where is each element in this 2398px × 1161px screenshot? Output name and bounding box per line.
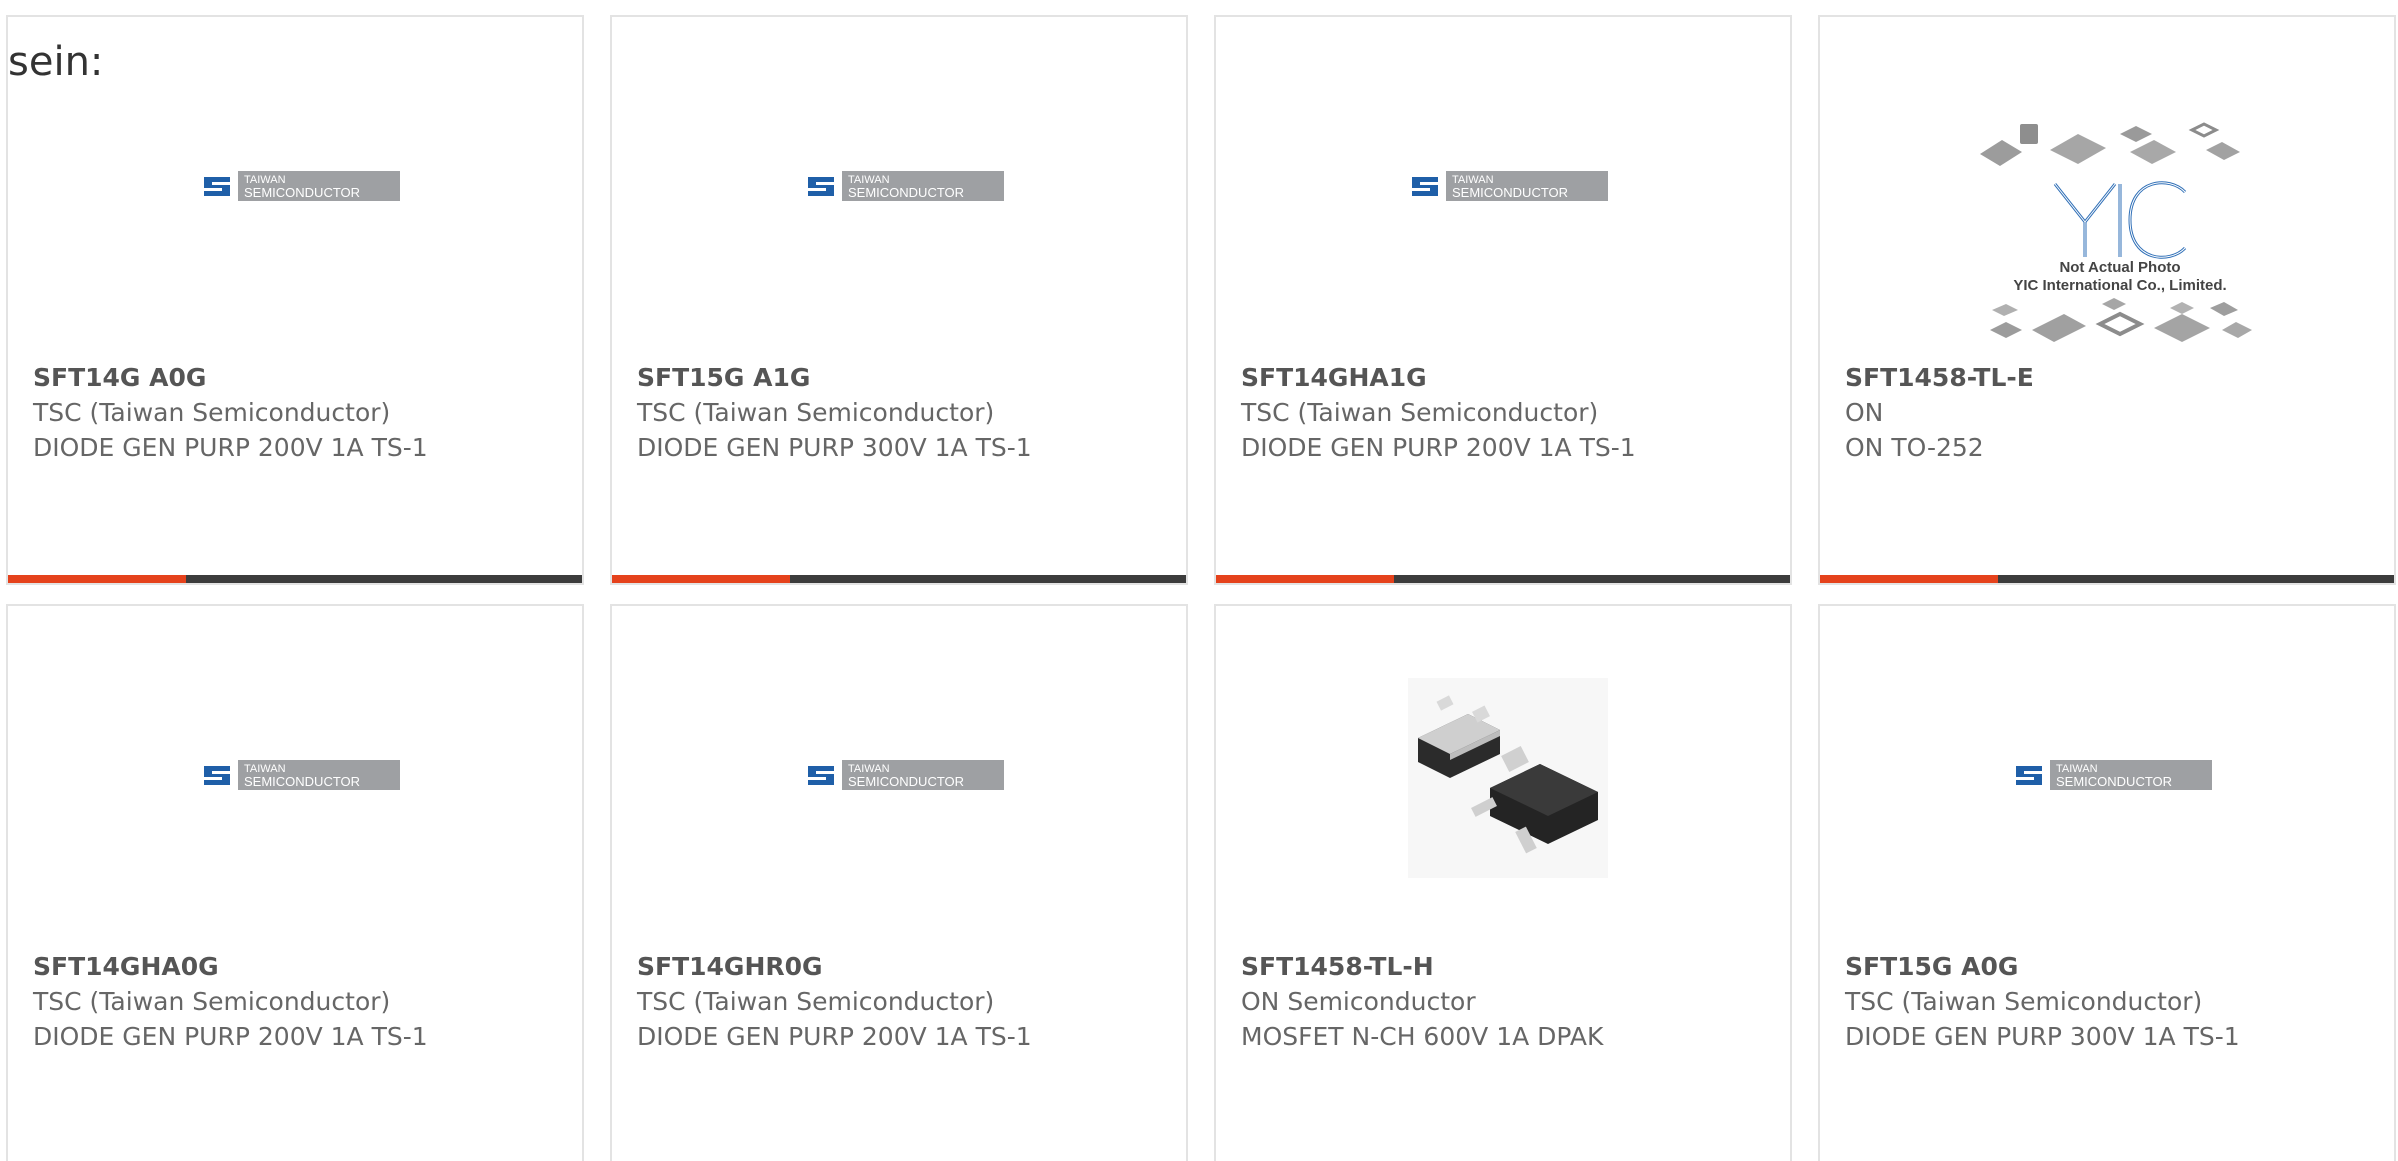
product-image-area[interactable]: TAIWAN SEMICONDUCTOR [612,606,1186,946]
svg-text:SEMICONDUCTOR: SEMICONDUCTOR [2056,774,2172,789]
manufacturer: TSC (Taiwan Semiconductor) [637,987,995,1016]
svg-text:SEMICONDUCTOR: SEMICONDUCTOR [1452,185,1568,200]
part-number[interactable]: SFT15G A0G [1845,949,2384,984]
progress-bar [612,575,1186,583]
manufacturer: ON [1845,398,1884,427]
product-info: SFT1458-TL-E ON ON TO-252 [1845,360,2384,465]
progress-bar [8,575,582,583]
description: MOSFET N-CH 600V 1A DPAK [1241,1022,1604,1051]
progress-fill [1216,575,1394,583]
product-card[interactable]: TAIWAN SEMICONDUCTOR SFT14GHA0G TSC (Tai… [6,604,584,1161]
svg-text:SEMICONDUCTOR: SEMICONDUCTOR [244,774,360,789]
product-card[interactable]: TAIWAN SEMICONDUCTOR SFT14GHA1G TSC (Tai… [1214,15,1792,585]
taiwan-semiconductor-logo: TAIWAN SEMICONDUCTOR [804,760,1004,790]
manufacturer: ON Semiconductor [1241,987,1476,1016]
product-image-area[interactable] [1216,606,1790,946]
svg-text:SEMICONDUCTOR: SEMICONDUCTOR [848,185,964,200]
manufacturer: TSC (Taiwan Semiconductor) [637,398,995,427]
taiwan-semiconductor-logo: TAIWAN SEMICONDUCTOR [2012,760,2212,790]
product-info: SFT15G A1G TSC (Taiwan Semiconductor) DI… [637,360,1176,465]
part-number[interactable]: SFT14GHA1G [1241,360,1780,395]
yic-caption: Not Actual Photo YIC International Co., … [2013,259,2227,294]
progress-bar [1820,575,2394,583]
product-grid-page: sein: TAIWAN SEMICONDUCTOR SFT14G A0G TS… [0,0,2398,1161]
product-card[interactable]: TAIWAN SEMICONDUCTOR SFT15G A0G TSC (Tai… [1818,604,2396,1161]
yic-placeholder-photo [1980,122,2252,342]
svg-text:SEMICONDUCTOR: SEMICONDUCTOR [244,185,360,200]
taiwan-semiconductor-logo: TAIWAN SEMICONDUCTOR [804,171,1004,201]
product-card[interactable]: TAIWAN SEMICONDUCTOR SFT14GHR0G TSC (Tai… [610,604,1188,1161]
progress-fill [8,575,186,583]
taiwan-semiconductor-logo: TAIWAN SEMICONDUCTOR [200,171,400,201]
header-text: sein: [8,39,104,85]
description: DIODE GEN PURP 200V 1A TS-1 [1241,433,1636,462]
dpak-package-photo [1408,678,1608,878]
taiwan-semiconductor-logo: TAIWAN SEMICONDUCTOR [1408,171,1608,201]
product-image-area[interactable]: TAIWAN SEMICONDUCTOR [1820,606,2394,946]
description: DIODE GEN PURP 200V 1A TS-1 [637,1022,1032,1051]
product-card[interactable]: TAIWAN SEMICONDUCTOR SFT15G A1G TSC (Tai… [610,15,1188,585]
product-image-area[interactable]: TAIWAN SEMICONDUCTOR [8,606,582,946]
manufacturer: TSC (Taiwan Semiconductor) [33,987,391,1016]
part-number[interactable]: SFT14GHR0G [637,949,1176,984]
product-image-area[interactable]: TAIWAN SEMICONDUCTOR [612,17,1186,357]
part-number[interactable]: SFT14G A0G [33,360,572,395]
manufacturer: TSC (Taiwan Semiconductor) [1241,398,1599,427]
part-number[interactable]: SFT15G A1G [637,360,1176,395]
product-card[interactable]: SFT1458-TL-H ON Semiconductor MOSFET N-C… [1214,604,1792,1161]
description: DIODE GEN PURP 200V 1A TS-1 [33,433,428,462]
product-info: SFT1458-TL-H ON Semiconductor MOSFET N-C… [1241,949,1780,1054]
product-image-area[interactable]: TAIWAN SEMICONDUCTOR [1216,17,1790,357]
product-info: SFT14GHA0G TSC (Taiwan Semiconductor) DI… [33,949,572,1054]
description: DIODE GEN PURP 200V 1A TS-1 [33,1022,428,1051]
progress-fill [1820,575,1998,583]
part-number[interactable]: SFT1458-TL-E [1845,360,2384,395]
product-card[interactable]: TAIWAN SEMICONDUCTOR SFT14G A0G TSC (Tai… [6,15,584,585]
progress-bar [1216,575,1790,583]
description: DIODE GEN PURP 300V 1A TS-1 [637,433,1032,462]
product-image-area[interactable]: Not Actual Photo YIC International Co., … [1820,17,2394,357]
part-number[interactable]: SFT14GHA0G [33,949,572,984]
progress-fill [612,575,790,583]
manufacturer: TSC (Taiwan Semiconductor) [33,398,391,427]
description: DIODE GEN PURP 300V 1A TS-1 [1845,1022,2240,1051]
description: ON TO-252 [1845,433,1984,462]
manufacturer: TSC (Taiwan Semiconductor) [1845,987,2203,1016]
product-info: SFT14GHR0G TSC (Taiwan Semiconductor) DI… [637,949,1176,1054]
svg-text:SEMICONDUCTOR: SEMICONDUCTOR [848,774,964,789]
product-card[interactable]: Not Actual Photo YIC International Co., … [1818,15,2396,585]
product-info: SFT14G A0G TSC (Taiwan Semiconductor) DI… [33,360,572,465]
product-info: SFT15G A0G TSC (Taiwan Semiconductor) DI… [1845,949,2384,1054]
product-info: SFT14GHA1G TSC (Taiwan Semiconductor) DI… [1241,360,1780,465]
taiwan-semiconductor-logo: TAIWAN SEMICONDUCTOR [200,760,400,790]
part-number[interactable]: SFT1458-TL-H [1241,949,1780,984]
